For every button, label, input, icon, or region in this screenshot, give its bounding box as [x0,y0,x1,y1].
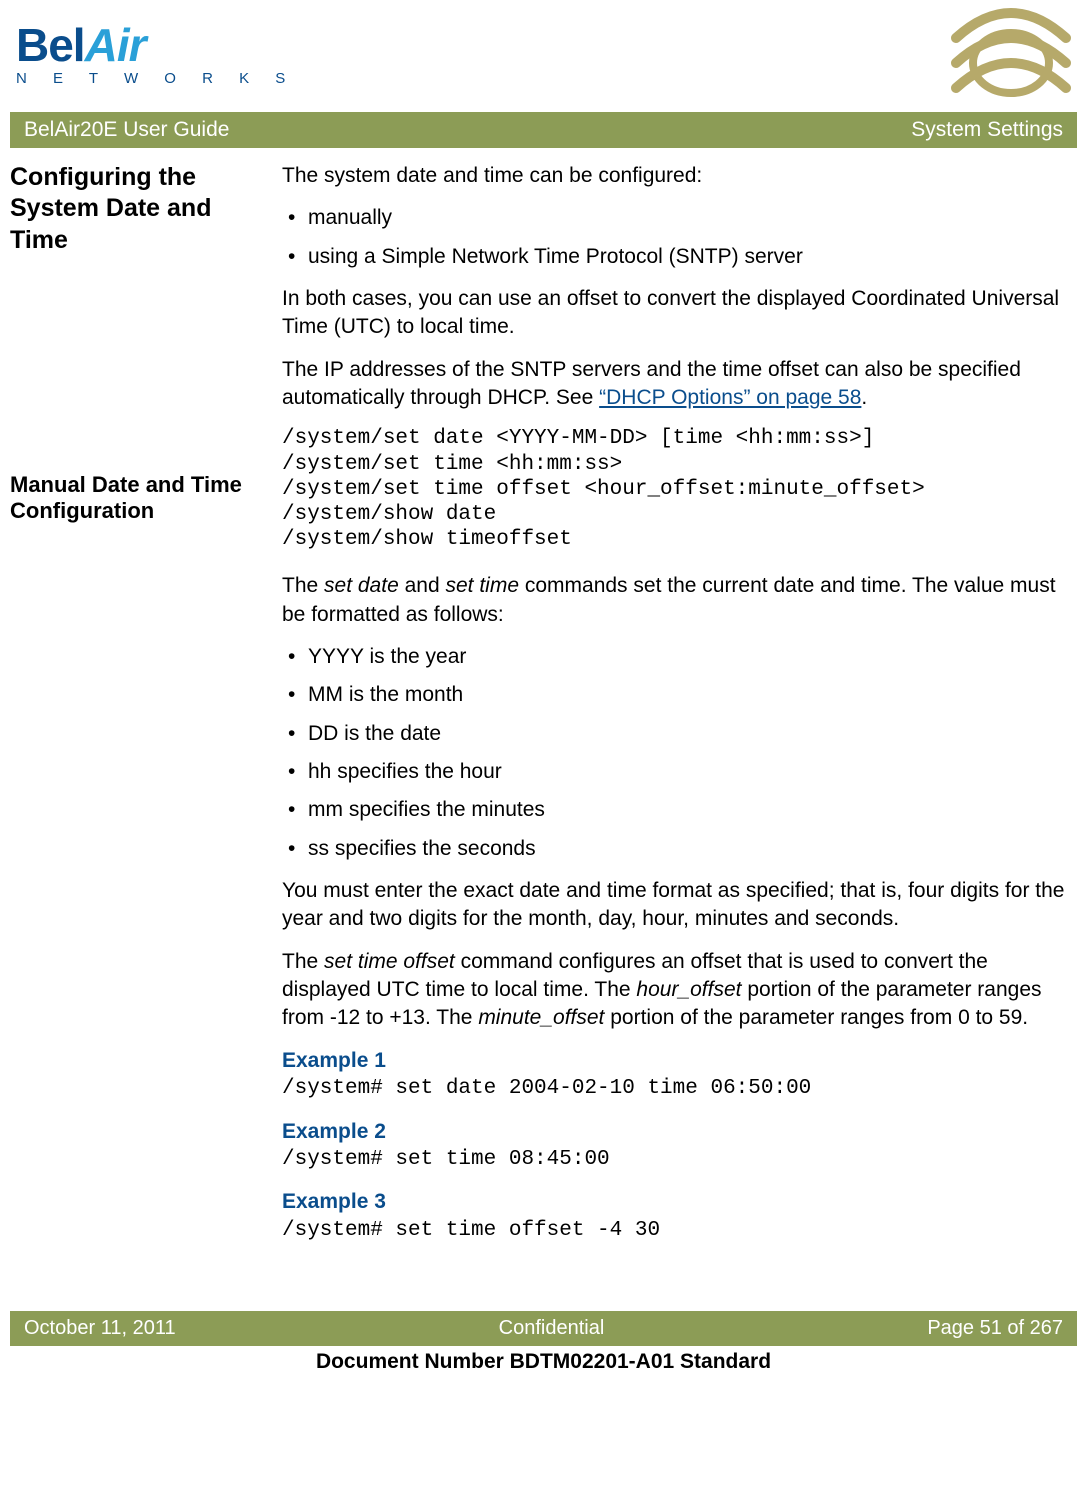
page-header: BelAir N E T W O R K S [10,8,1077,112]
para: The system date and time can be configur… [282,162,1067,190]
logo-prefix: Bel [16,19,85,71]
doc-number: Document Number BDTM02201-A01 Standard [10,1346,1077,1374]
para: You must enter the exact date and time f… [282,877,1067,934]
list: manually using a Simple Network Time Pro… [282,204,1067,271]
list-item: mm specifies the minutes [308,796,1067,824]
side-headings: Configuring the System Date and Time Man… [10,162,260,1251]
logo-swoosh-icon [951,8,1071,108]
logo-suffix: Air [85,19,146,71]
cross-ref-link[interactable]: “DHCP Options” on page 58 [599,386,861,409]
logo-belair: BelAir N E T W O R K S [16,8,296,87]
example-code: /system# set time 08:45:00 [282,1146,1067,1174]
term: hour_offset [636,978,741,1001]
content: Configuring the System Date and Time Man… [10,148,1077,1251]
heading-sub: Manual Date and Time Configuration [10,472,260,525]
example-label: Example 1 [282,1047,1067,1075]
list-item: manually [308,204,1067,232]
term: set date [324,574,399,597]
example-label: Example 3 [282,1188,1067,1216]
page: BelAir N E T W O R K S BelAir20E User Gu… [0,0,1087,1374]
term: set time [445,574,519,597]
text: portion of the parameter ranges from 0 t… [604,1006,1028,1029]
term: minute_offset [478,1006,604,1029]
list-item: using a Simple Network Time Protocol (SN… [308,243,1067,271]
logo-text: BelAir [16,18,296,72]
para: The set date and set time commands set t… [282,572,1067,629]
example-code: /system# set time offset -4 30 [282,1217,1067,1245]
list-item: YYYY is the year [308,643,1067,671]
guide-title: BelAir20E User Guide [24,118,229,142]
section-title: System Settings [911,118,1063,142]
code-block: /system/set date <YYYY-MM-DD> [time <hh:… [282,426,1067,552]
para: In both cases, you can use an offset to … [282,285,1067,342]
list-item: DD is the date [308,720,1067,748]
text: and [399,574,446,597]
list-item: hh specifies the hour [308,758,1067,786]
term: set time offset [324,950,455,973]
footer-bar: October 11, 2011 Confidential Page 51 of… [10,1311,1077,1346]
title-bar: BelAir20E User Guide System Settings [10,112,1077,148]
logo-subtitle: N E T W O R K S [16,70,296,87]
footer-page: Page 51 of 267 [927,1317,1063,1340]
para: The set time offset command configures a… [282,948,1067,1033]
list-item: MM is the month [308,681,1067,709]
para: The IP addresses of the SNTP servers and… [282,356,1067,413]
list: YYYY is the year MM is the month DD is t… [282,643,1067,863]
footer-date: October 11, 2011 [24,1317,176,1340]
list-item: ss specifies the seconds [308,835,1067,863]
footer-confidential: Confidential [499,1317,605,1340]
text: The [282,950,324,973]
heading-main: Configuring the System Date and Time [10,162,260,256]
example-label: Example 2 [282,1118,1067,1146]
main-body: The system date and time can be configur… [282,162,1067,1251]
text: . [861,386,867,409]
example-code: /system# set date 2004-02-10 time 06:50:… [282,1075,1067,1103]
text: The [282,574,324,597]
